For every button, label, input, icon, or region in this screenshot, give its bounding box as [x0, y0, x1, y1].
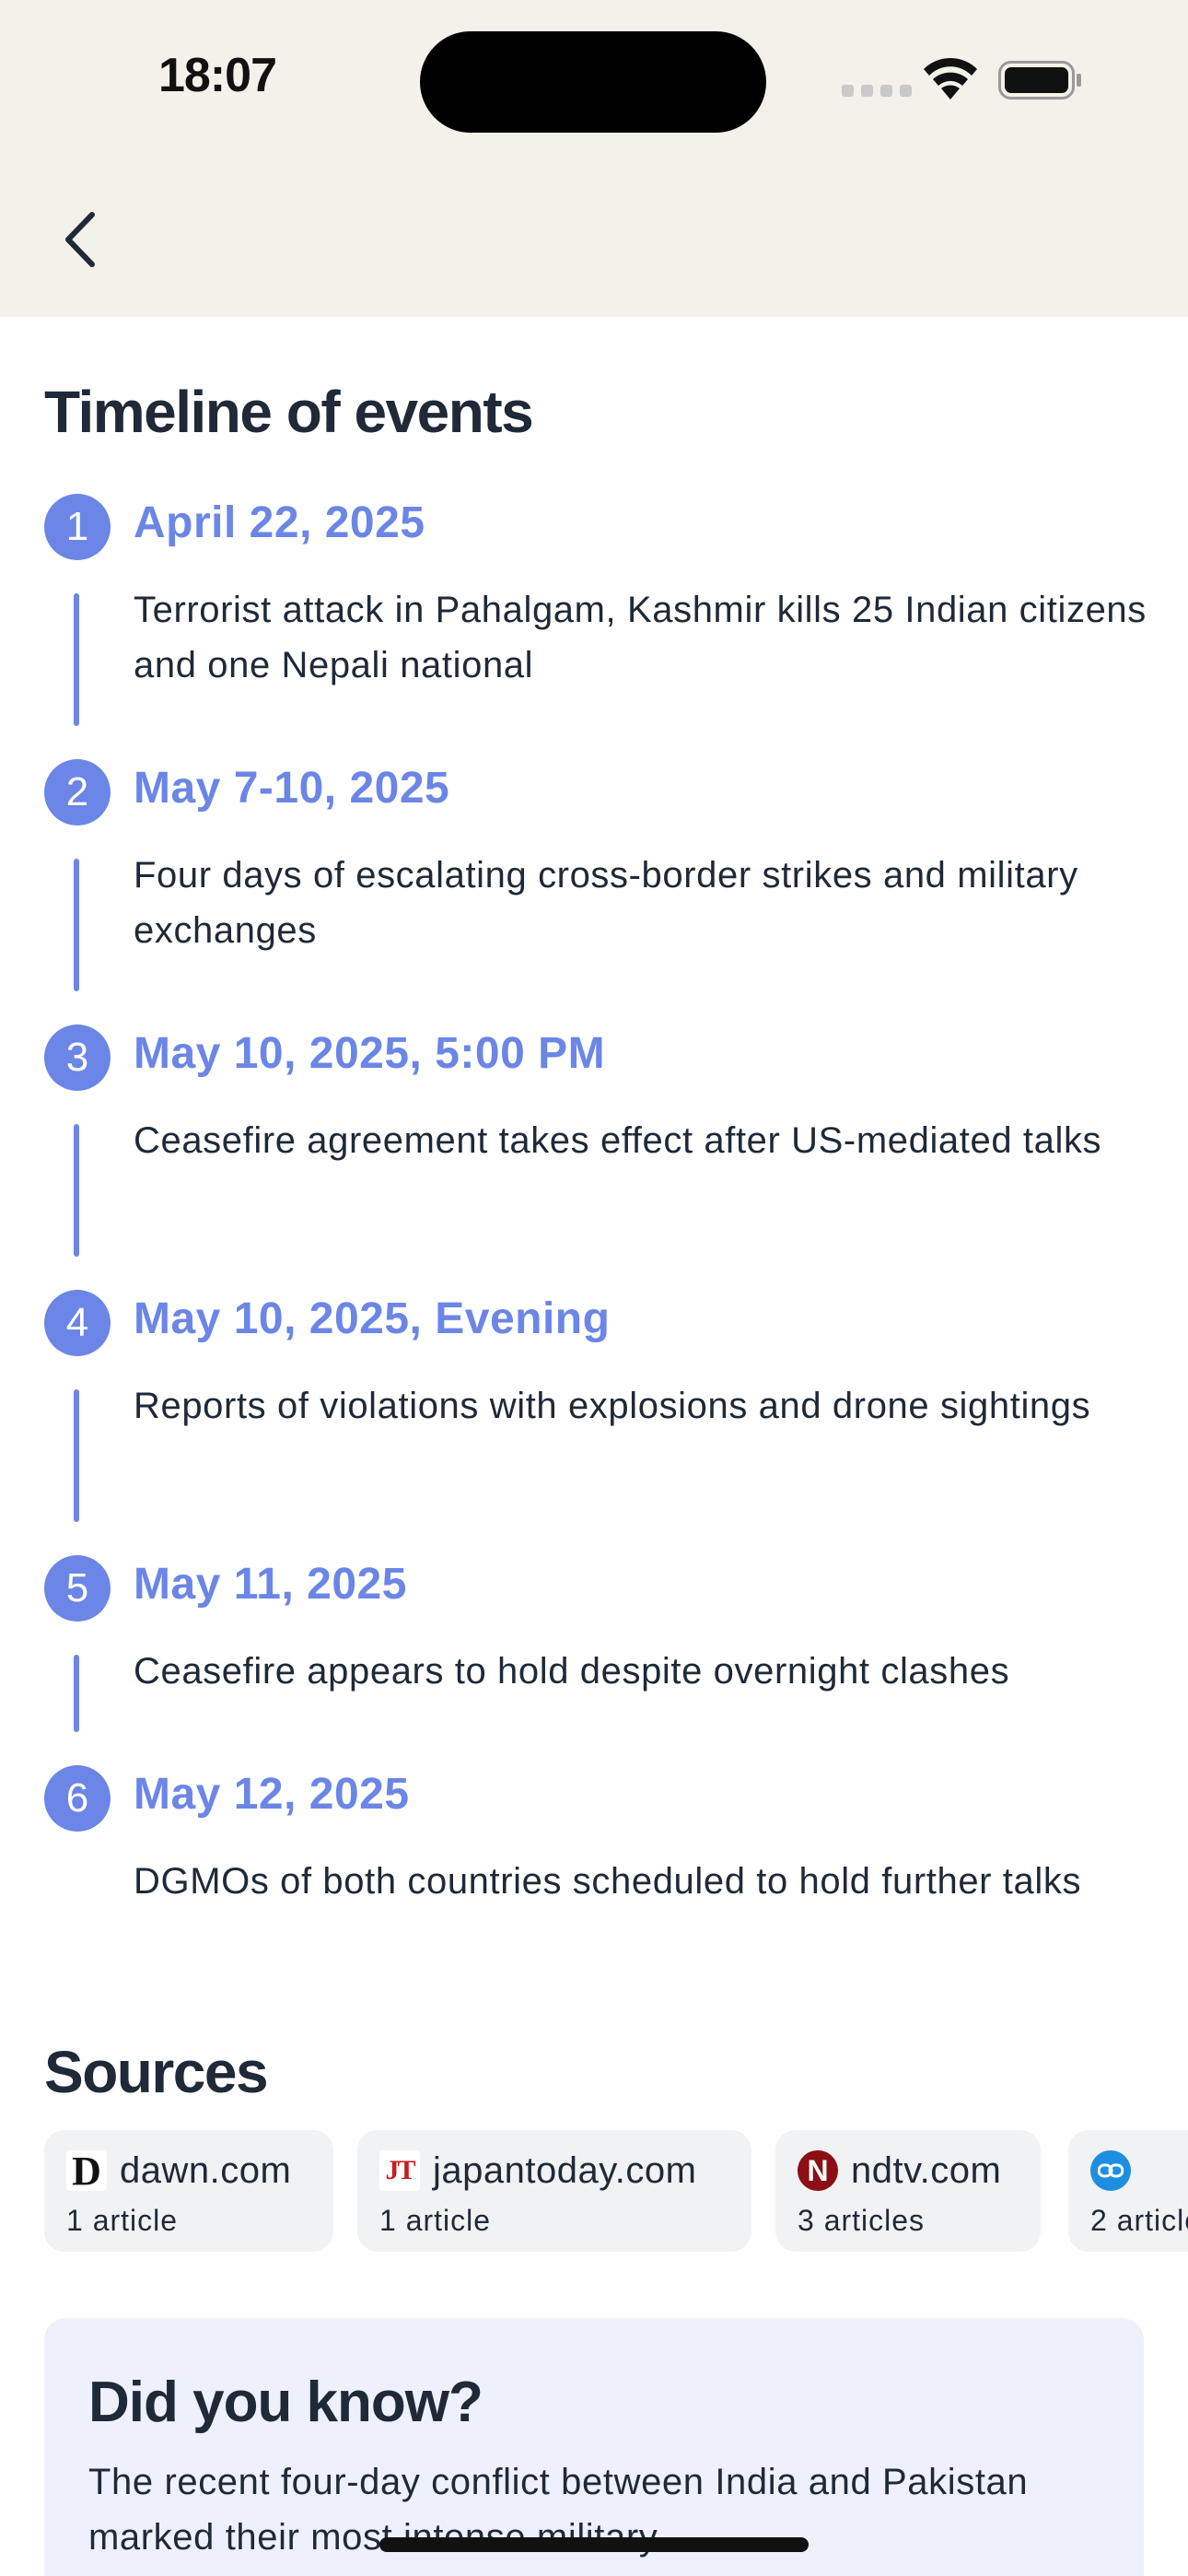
sources-carousel[interactable]: D dawn.com 1 article JT japantoday.com 1… [44, 2130, 1188, 2252]
timeline-connector [74, 1124, 79, 1257]
event-description: Terrorist attack in Pahalgam, Kashmir ki… [134, 590, 1147, 685]
dawn-logo-icon: D [66, 2149, 107, 2194]
source-card-dawn[interactable]: D dawn.com 1 article [44, 2130, 333, 2252]
event-date: May 7-10, 2025 [134, 764, 450, 813]
event-description: Four days of escalating cross-border str… [134, 855, 1078, 951]
source-article-count: 3 articles [798, 2204, 926, 2237]
screen: 18:07 Timeline of events 1 April 22, 202… [0, 0, 1188, 2576]
japantoday-logo-icon: JT [379, 2150, 420, 2191]
event-number-badge: 1 [44, 494, 111, 560]
event-description: Ceasefire agreement takes effect after U… [134, 1120, 1102, 1161]
timeline-title: Timeline of events [44, 379, 534, 445]
ndtv-logo-icon: N [798, 2150, 838, 2191]
event-number-badge: 4 [44, 1290, 111, 1356]
sources-title: Sources [44, 2039, 269, 2105]
source-article-count: 1 article [379, 2204, 492, 2237]
home-indicator[interactable] [379, 2537, 809, 2552]
source-card-ndtv[interactable]: N ndtv.com 3 articles [775, 2130, 1041, 2252]
timeline-connector [74, 859, 79, 991]
source-article-count: 2 articles [1090, 2204, 1188, 2237]
timeline-connector [74, 593, 79, 726]
event-description: DGMOs of both countries scheduled to hol… [134, 1861, 1082, 1902]
source-name: ndtv.com [851, 2149, 1002, 2191]
status-time: 18:07 [158, 49, 277, 102]
battery-icon [998, 61, 1081, 100]
source-name: dawn.com [120, 2149, 292, 2191]
top-bar: 18:07 [0, 0, 1188, 317]
wifi-icon [924, 57, 977, 100]
source-card-partial[interactable]: 2 articles [1068, 2130, 1188, 2252]
source-card-japantoday[interactable]: JT japantoday.com 1 article [357, 2130, 751, 2252]
source-logo-icon [1090, 2150, 1131, 2191]
event-number-badge: 2 [44, 759, 111, 825]
back-button[interactable] [52, 206, 107, 273]
event-description: Ceasefire appears to hold despite overni… [134, 1651, 1010, 1692]
event-number-badge: 5 [44, 1555, 111, 1622]
event-date: May 11, 2025 [134, 1560, 407, 1609]
event-date: April 22, 2025 [134, 498, 425, 547]
event-date: May 10, 2025, Evening [134, 1294, 611, 1343]
did-you-know-title: Did you know? [88, 2371, 483, 2434]
source-name: japantoday.com [433, 2149, 697, 2191]
link-icon [1098, 2163, 1124, 2178]
timeline-connector [74, 1655, 79, 1732]
event-number-badge: 6 [44, 1765, 111, 1832]
source-article-count: 1 article [66, 2204, 179, 2237]
event-date: May 10, 2025, 5:00 PM [134, 1029, 606, 1078]
chevron-left-icon [65, 212, 95, 267]
event-date: May 12, 2025 [134, 1770, 410, 1819]
cellular-signal-icon [842, 85, 912, 97]
event-number-badge: 3 [44, 1025, 111, 1091]
dynamic-island [420, 31, 766, 133]
event-description: Reports of violations with explosions an… [134, 1386, 1091, 1426]
timeline-connector [74, 1389, 79, 1522]
